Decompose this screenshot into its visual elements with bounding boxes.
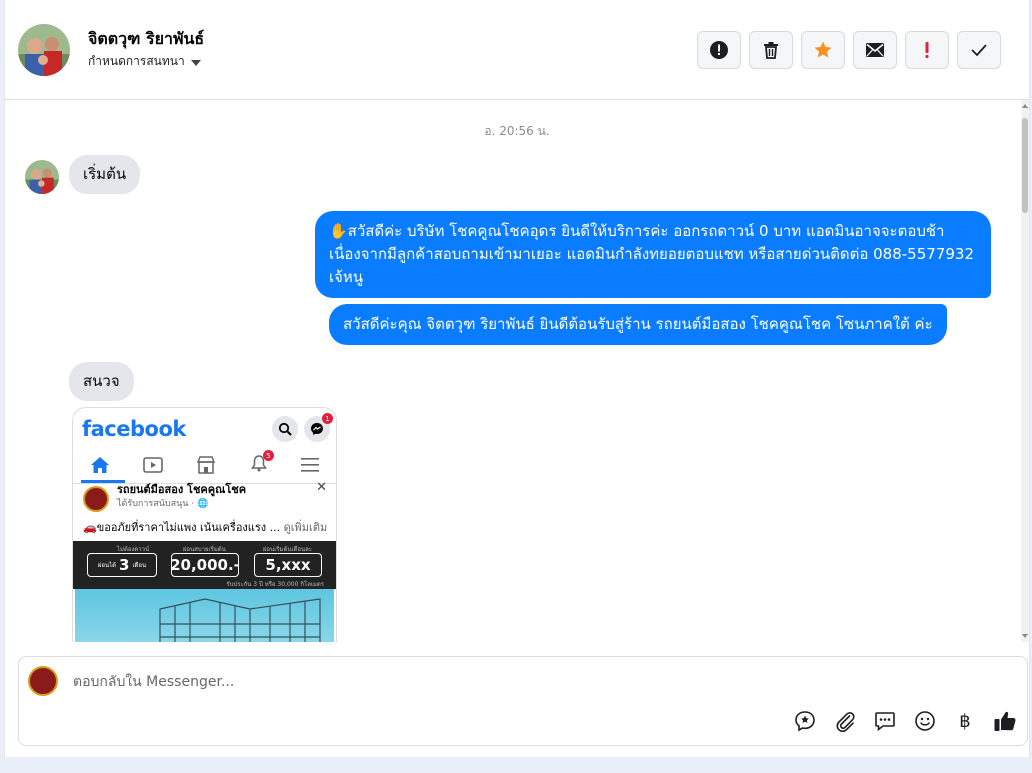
see-more-link: ดูเพิ่มเติม (283, 521, 328, 534)
chat-bubble-icon (875, 712, 895, 732)
page-avatar (28, 666, 58, 696)
image-attachment[interactable]: facebook 1 5 รถยนต์มือสอง โชคคูณโชค ได้ร… (72, 407, 337, 642)
post-text: 🚗ขออภัยที่ราคาไม่แพง เน้นเครื่องแรง ... … (83, 518, 327, 536)
message-list[interactable]: อ. 20:56 น. เริ่มต้น ✋สวัสดีค่ะ บริษัท โ… (5, 100, 1029, 642)
notifications-icon: 5 (250, 450, 274, 476)
reply-input[interactable] (71, 671, 975, 693)
conversation-header: จิตตวุฑ ริยาพันธ์ กำหนดการสนทนา (5, 0, 1029, 100)
delete-button[interactable] (749, 31, 793, 69)
facebook-logo: facebook (82, 417, 186, 441)
post-subtitle: ได้รับการสนับสนุน · 🌐 (117, 499, 209, 509)
menu-icon (301, 458, 320, 472)
video-icon (143, 457, 163, 473)
message-bubble-outgoing: ✋สวัสดีค่ะ บริษัท โชคคูณโชคอุดร ยินดีให้… (315, 211, 991, 298)
paperclip-icon (836, 712, 855, 732)
message-bubble-incoming: เริ่มต้น (69, 155, 141, 194)
post-text-body: 🚗ขออภัยที่ราคาไม่แพง เน้นเครื่องแรง ... (83, 521, 281, 534)
ad-banner: ไม่ต้องดาวน์ ผ่อนได้ 3 เดือน ผ่อนสบายเริ… (73, 541, 336, 589)
message-timestamp: อ. 20:56 น. (484, 124, 550, 138)
page-avatar (83, 486, 109, 512)
banner-box-1: ผ่อนได้ 3 เดือน (87, 553, 157, 577)
composer-tools: ฿ (793, 709, 1017, 733)
scrollbar[interactable] (1021, 100, 1029, 642)
scroll-down-arrow[interactable] (1022, 634, 1028, 638)
notification-badge: 5 (262, 450, 274, 461)
close-icon: ✕ (316, 480, 327, 495)
star-icon (814, 41, 832, 58)
done-button[interactable] (957, 31, 1001, 69)
emoji-button[interactable] (913, 709, 937, 733)
attach-button[interactable] (833, 709, 857, 733)
contact-name[interactable]: จิตตวุฑ ริยาพันธ์ (88, 27, 204, 52)
reply-composer: ฿ (18, 656, 1028, 746)
baht-icon: ฿ (959, 710, 971, 732)
search-icon (272, 416, 298, 442)
banner-box-1-value: 3 (119, 556, 130, 574)
exclamation-icon (925, 42, 929, 58)
post-image (75, 589, 334, 642)
conversation-settings-dropdown[interactable]: กำหนดการสนทนา (88, 52, 201, 71)
banner-box-2: 20,000.- (170, 553, 240, 577)
important-button[interactable] (905, 31, 949, 69)
message-bubble-outgoing: สวัสดีค่ะคุณ จิตตวุฑ ริยาพันธ์ ยินดีต้อน… (329, 304, 947, 345)
chevron-down-icon (190, 59, 201, 66)
like-button[interactable] (993, 709, 1017, 733)
envelope-icon (866, 43, 884, 57)
messenger-icon: 1 (304, 413, 333, 442)
star-button[interactable] (801, 31, 845, 69)
fb-nav-bar: 5 (73, 448, 336, 482)
checkmark-icon (971, 44, 987, 57)
report-button[interactable] (697, 31, 741, 69)
thumbs-up-icon (994, 711, 1016, 731)
payment-button[interactable]: ฿ (953, 709, 977, 733)
contact-avatar-small[interactable] (25, 160, 59, 194)
trash-icon (764, 42, 778, 59)
messenger-badge: 1 (322, 413, 333, 424)
alert-icon (710, 41, 728, 59)
header-actions (697, 31, 1001, 69)
banner-box-3: 5,xxx (254, 553, 322, 577)
banner-box-1-unit: เดือน (132, 562, 147, 569)
scrollbar-thumb[interactable] (1022, 118, 1028, 213)
conversation-settings-label: กำหนดการสนทนา (88, 54, 185, 68)
post-header: รถยนต์มือสอง โชคคูณโชค ได้รับการสนับสนุน… (83, 480, 333, 512)
conversation-panel: จิตตวุฑ ริยาพันธ์ กำหนดการสนทนา อ. 20:56… (4, 0, 1030, 757)
messages-button[interactable] (873, 709, 897, 733)
banner-note: รับประกัน 3 ปี หรือ 30,000 กิโลเมตร (226, 581, 324, 588)
banner-box-1-prefix: ผ่อนได้ (97, 562, 117, 569)
saved-replies-icon (795, 711, 815, 732)
message-bubble-incoming: สนวจ (69, 362, 134, 401)
contact-avatar[interactable] (18, 24, 70, 76)
home-icon (90, 457, 109, 473)
mark-unread-button[interactable] (853, 31, 897, 69)
marketplace-icon (197, 456, 216, 474)
scroll-up-arrow[interactable] (1022, 104, 1028, 108)
saved-replies-button[interactable] (793, 709, 817, 733)
smiley-icon (915, 711, 935, 731)
